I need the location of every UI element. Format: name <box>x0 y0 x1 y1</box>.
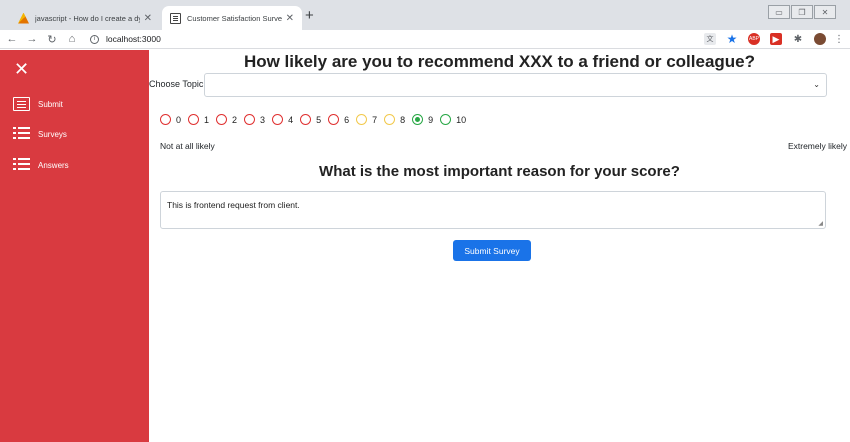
score-option-7[interactable]: 7 <box>356 114 377 125</box>
score-option-label: 0 <box>176 114 182 125</box>
score-option-label: 8 <box>400 114 406 125</box>
topic-label: Choose Topic: <box>149 79 206 89</box>
score-option-label: 7 <box>372 114 378 125</box>
restore-icon[interactable]: ❐ <box>791 5 813 19</box>
adblock-icon[interactable]: ABP <box>748 33 760 45</box>
translate-icon[interactable]: 文 <box>704 33 716 45</box>
new-tab-plus-icon[interactable]: + <box>305 6 314 26</box>
chevron-down-icon: ⌄ <box>813 80 820 89</box>
score-option-label: 1 <box>204 114 210 125</box>
browser-tab-bar: javascript - How do I create a dyna ✕ Cu… <box>0 0 850 30</box>
radio-button[interactable] <box>244 114 256 125</box>
sidebar-item-label: Submit <box>38 99 63 109</box>
score-option-6[interactable]: 6 <box>328 114 349 125</box>
radio-button[interactable] <box>440 114 452 125</box>
url-text: localhost:3000 <box>106 34 161 44</box>
close-menu-icon[interactable]: ✕ <box>14 60 29 78</box>
sidebar-item-label: Surveys <box>38 129 67 139</box>
browser-menu-icon[interactable]: ⋮ <box>834 33 844 45</box>
sidebar-item-surveys[interactable]: Surveys <box>13 127 67 141</box>
minimize-icon[interactable]: ▭ <box>768 5 790 19</box>
radio-button[interactable] <box>356 114 368 125</box>
document-favicon-icon <box>170 12 181 24</box>
reason-text: This is frontend request from client. <box>167 200 300 210</box>
score-option-0[interactable]: 0 <box>160 114 181 125</box>
score-option-label: 5 <box>316 114 322 125</box>
score-option-9[interactable]: 9 <box>412 114 433 125</box>
survey-form: How likely are you to recommend XXX to a… <box>149 50 850 442</box>
score-option-label: 2 <box>232 114 238 125</box>
extension-toolbar: 文 ★ ABP ▶ ✱ ⋮ <box>694 32 844 46</box>
list-icon <box>13 127 30 141</box>
radio-button[interactable] <box>300 114 312 125</box>
forward-arrow-icon[interactable]: → <box>24 33 40 45</box>
score-option-8[interactable]: 8 <box>384 114 405 125</box>
topic-select[interactable]: ⌄ <box>204 73 827 97</box>
reload-icon[interactable]: ↻ <box>44 33 60 46</box>
form-icon <box>13 97 30 111</box>
browser-tab-survey[interactable]: Customer Satisfaction Survey ✕ <box>162 6 302 30</box>
radio-button[interactable] <box>160 114 171 125</box>
score-option-3[interactable]: 3 <box>244 114 265 125</box>
score-option-5[interactable]: 5 <box>300 114 321 125</box>
reason-textarea[interactable]: This is frontend request from client. ◢ <box>160 191 826 229</box>
close-tab-icon[interactable]: ✕ <box>286 13 294 24</box>
score-option-10[interactable]: 10 <box>440 114 466 125</box>
submit-survey-button[interactable]: Submit Survey <box>453 240 531 261</box>
close-tab-icon[interactable]: ✕ <box>144 13 152 24</box>
radio-button[interactable] <box>412 114 424 125</box>
score-option-label: 10 <box>456 114 467 125</box>
radio-button[interactable] <box>328 114 340 125</box>
radio-button[interactable] <box>216 114 228 125</box>
profile-avatar-icon[interactable] <box>814 33 826 45</box>
reason-question-heading: What is the most important reason for yo… <box>319 163 680 180</box>
bookmark-star-icon[interactable]: ★ <box>726 32 738 46</box>
back-arrow-icon[interactable]: ← <box>4 33 20 45</box>
extension-flag-icon[interactable]: ▶ <box>770 33 782 45</box>
sidebar: ✕ Submit Surveys Answers <box>0 50 149 442</box>
browser-tab-stackoverflow[interactable]: javascript - How do I create a dyna ✕ <box>10 6 160 30</box>
radio-button[interactable] <box>384 114 396 125</box>
stackoverflow-favicon-icon <box>18 12 29 24</box>
address-bar[interactable]: i localhost:3000 <box>90 34 161 44</box>
scale-high-label: Extremely likely <box>787 141 847 151</box>
score-option-label: 4 <box>288 114 294 125</box>
sidebar-item-label: Answers <box>38 160 69 170</box>
sidebar-item-submit[interactable]: Submit <box>13 97 63 111</box>
score-option-2[interactable]: 2 <box>216 114 237 125</box>
tab-title: Customer Satisfaction Survey <box>187 13 282 23</box>
extensions-puzzle-icon[interactable]: ✱ <box>792 33 804 45</box>
score-option-4[interactable]: 4 <box>272 114 293 125</box>
score-radio-group: 0 1 2 3 4 5 6 7 8 9 10 <box>160 114 473 125</box>
score-option-label: 6 <box>344 114 350 125</box>
radio-button[interactable] <box>188 114 200 125</box>
resize-handle-icon[interactable]: ◢ <box>818 220 823 227</box>
list-icon <box>13 158 30 172</box>
recommend-question-heading: How likely are you to recommend XXX to a… <box>243 52 756 71</box>
tab-title: javascript - How do I create a dyna <box>35 13 140 23</box>
window-controls: ▭ ❐ ✕ <box>767 5 836 19</box>
sidebar-item-answers[interactable]: Answers <box>13 158 69 172</box>
scale-low-label: Not at all likely <box>160 141 215 151</box>
site-info-icon[interactable]: i <box>90 34 99 44</box>
radio-button[interactable] <box>272 114 284 125</box>
score-option-label: 9 <box>428 114 434 125</box>
home-icon[interactable]: ⌂ <box>64 33 80 45</box>
score-option-label: 3 <box>260 114 266 125</box>
score-option-1[interactable]: 1 <box>188 114 209 125</box>
window-close-icon[interactable]: ✕ <box>814 5 836 19</box>
